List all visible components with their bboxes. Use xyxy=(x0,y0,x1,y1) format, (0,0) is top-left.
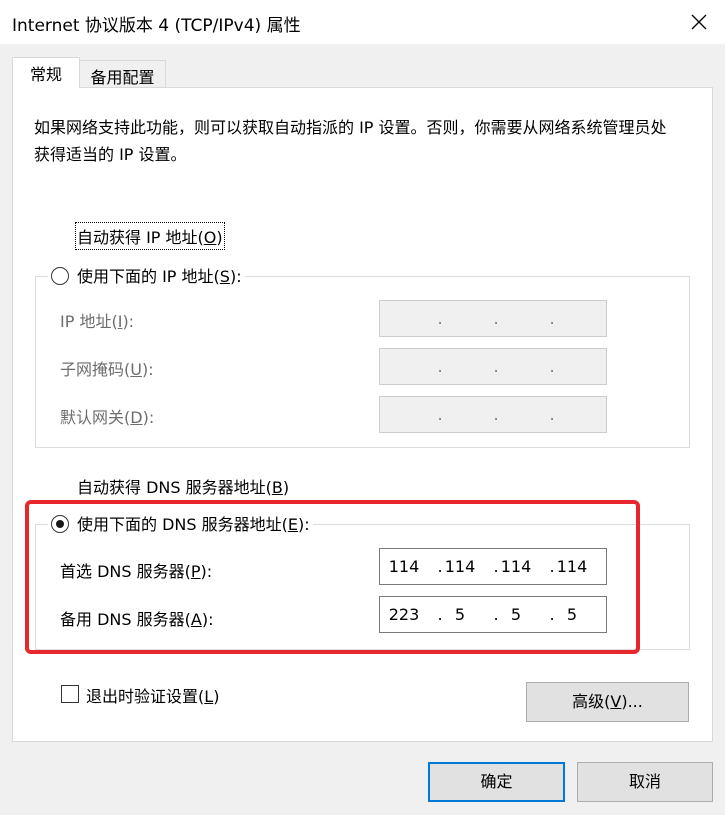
subnet-mask-label: 子网掩码(U): xyxy=(60,360,154,379)
description-text: 如果网络支持此功能，则可以获取自动指派的 IP 设置。否则，你需要从网络系统管理… xyxy=(34,118,667,164)
tab-alternate-config[interactable]: 备用配置 xyxy=(80,60,166,88)
manual-dns-legend: 使用下面的 DNS 服务器地址(E): xyxy=(48,511,313,535)
tab-alternate-config-label: 备用配置 xyxy=(90,68,155,87)
manual-ip-label[interactable]: 使用下面的 IP 地址(S): xyxy=(51,267,242,286)
advanced-button[interactable]: 高级(V)... xyxy=(526,682,689,722)
tab-general[interactable]: 常规 xyxy=(12,57,80,88)
subnet-mask-field[interactable]: . . . xyxy=(379,348,607,385)
ip-address-label: IP 地址(I): xyxy=(60,312,135,331)
manual-ip-legend: 使用下面的 IP 地址(S): xyxy=(48,263,245,287)
validate-on-exit-label[interactable]: 退出时验证设置(L) xyxy=(86,683,219,707)
preferred-dns-label: 首选 DNS 服务器(P): xyxy=(60,562,213,581)
alternate-dns-field[interactable]: 223 . 5 . 5 . 5 xyxy=(379,596,607,633)
window-title: Internet 协议版本 4 (TCP/IPv4) 属性 xyxy=(12,16,301,36)
auto-dns-label[interactable]: 自动获得 DNS 服务器地址(B) xyxy=(77,474,289,498)
default-gateway-field[interactable]: . . . xyxy=(379,396,607,433)
ok-button[interactable]: 确定 xyxy=(428,762,565,802)
ip-address-field[interactable]: . . . xyxy=(379,300,607,337)
alternate-dns-label: 备用 DNS 服务器(A): xyxy=(60,610,214,629)
manual-dns-label[interactable]: 使用下面的 DNS 服务器地址(E): xyxy=(51,515,310,534)
close-icon xyxy=(691,14,707,30)
validate-on-exit-checkbox[interactable] xyxy=(61,685,79,703)
close-button[interactable] xyxy=(676,2,722,42)
preferred-dns-field[interactable]: 114 . 114 . 114 . 114 xyxy=(379,548,607,585)
cancel-button[interactable]: 取消 xyxy=(577,762,713,802)
tab-general-label: 常规 xyxy=(29,65,62,84)
auto-ip-label[interactable]: 自动获得 IP 地址(O) xyxy=(75,222,225,250)
default-gateway-label: 默认网关(D): xyxy=(60,408,155,427)
